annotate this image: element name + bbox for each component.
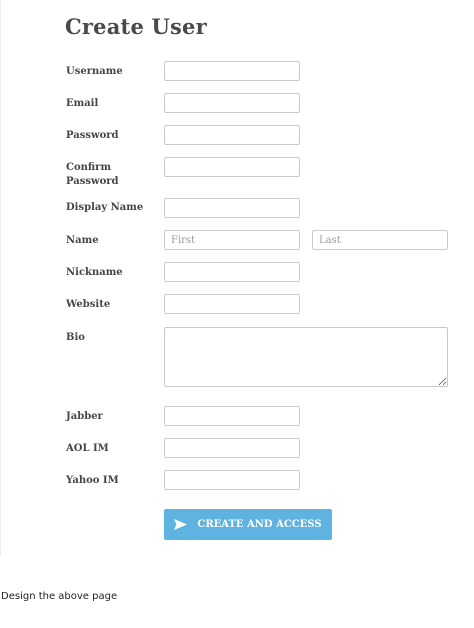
password-input[interactable] [164,125,300,145]
confirm-password-label-line1: Confirm [66,162,112,173]
display-name-label: Display Name [66,202,144,213]
nickname-label: Nickname [66,267,123,278]
website-label: Website [66,299,111,310]
username-label: Username [66,66,123,77]
page-title: Create User [65,14,207,39]
create-and-access-label: CREATE AND ACCESS [197,519,322,530]
yahoo-im-label: Yahoo IM [66,475,119,486]
confirm-password-label-line2: Password [66,176,119,187]
bio-label: Bio [66,332,85,343]
aol-im-input[interactable] [164,438,300,458]
name-label: Name [66,235,99,246]
send-icon [174,519,188,530]
yahoo-im-input[interactable] [164,470,300,490]
nickname-input[interactable] [164,262,300,282]
aol-im-label: AOL IM [66,443,109,454]
website-input[interactable] [164,294,300,314]
password-label: Password [66,130,119,141]
jabber-input[interactable] [164,406,300,426]
create-user-form: Create User Username Email Password Conf… [0,0,474,556]
last-name-input[interactable] [312,230,448,250]
username-input[interactable] [164,61,300,81]
email-input[interactable] [164,93,300,113]
confirm-password-input[interactable] [164,157,300,177]
confirm-password-label: Confirm Password [66,161,119,189]
display-name-input[interactable] [164,198,300,218]
create-and-access-button[interactable]: CREATE AND ACCESS [164,509,332,540]
page-caption: Design the above page [1,591,118,602]
jabber-label: Jabber [66,411,103,422]
email-label: Email [66,98,99,109]
bio-textarea[interactable] [164,327,448,387]
first-name-input[interactable] [164,230,300,250]
